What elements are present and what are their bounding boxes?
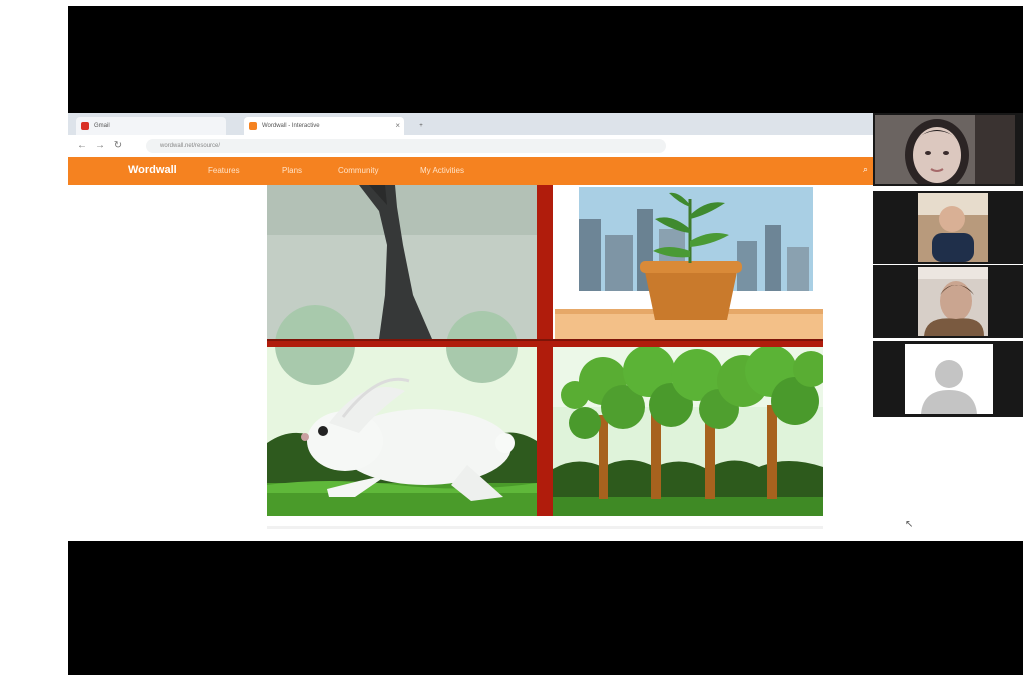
nav-item-features[interactable]: Features — [208, 166, 240, 175]
participant-video — [918, 267, 988, 336]
tab-favicon-icon — [81, 122, 89, 130]
letterbox-bottom — [68, 541, 1023, 675]
participant-tile-3[interactable] — [873, 265, 1023, 338]
tab-favicon-icon — [249, 122, 257, 130]
mouse-cursor-icon: ↖ — [905, 519, 914, 530]
new-tab-button[interactable]: + — [412, 117, 430, 135]
plus-icon: + — [419, 123, 423, 129]
participant-video — [875, 115, 1015, 184]
shared-screen: Gmail Wordwall - Interactive × + ← → ↻ w… — [68, 113, 873, 541]
back-arrow-icon[interactable]: ← — [76, 140, 88, 152]
participant-tile-2[interactable] — [873, 191, 1023, 264]
browser-tab[interactable]: Gmail — [76, 117, 226, 135]
nav-item-community[interactable]: Community — [338, 166, 378, 175]
address-bar[interactable]: wordwall.net/resource/ — [146, 139, 666, 153]
search-icon[interactable]: ⌕ — [863, 165, 871, 174]
forest-picture[interactable] — [553, 345, 823, 516]
potted-plant-picture[interactable] — [553, 185, 823, 339]
nav-item-plans[interactable]: Plans — [282, 166, 302, 175]
browser-tab-active[interactable]: Wordwall - Interactive × — [244, 117, 404, 135]
participant-video — [918, 193, 988, 262]
participants-panel — [873, 113, 1023, 420]
site-logo[interactable]: Wordwall — [128, 164, 177, 176]
slide-caption-area — [267, 517, 823, 533]
slide-illustration — [267, 185, 823, 516]
letterbox-top — [68, 6, 1023, 113]
participant-tile-1[interactable] — [873, 113, 1023, 186]
reload-icon[interactable]: ↻ — [112, 140, 124, 152]
avatar-placeholder-icon — [905, 344, 993, 414]
activity-slide[interactable] — [267, 185, 823, 516]
browser-toolbar: ← → ↻ wordwall.net/resource/ — [68, 135, 873, 158]
slide-divider-vertical — [537, 185, 553, 516]
forward-arrow-icon[interactable]: → — [94, 140, 106, 152]
site-navbar: Wordwall Features Plans Community My Act… — [68, 157, 873, 185]
browser-tab-strip: Gmail Wordwall - Interactive × + — [68, 113, 873, 135]
nav-item-my-activities[interactable]: My Activities — [420, 166, 464, 175]
tab-label: Gmail — [94, 123, 110, 129]
tab-close-icon[interactable]: × — [395, 117, 400, 135]
tab-label: Wordwall - Interactive — [262, 123, 320, 129]
participant-tile-4[interactable] — [873, 341, 1023, 417]
